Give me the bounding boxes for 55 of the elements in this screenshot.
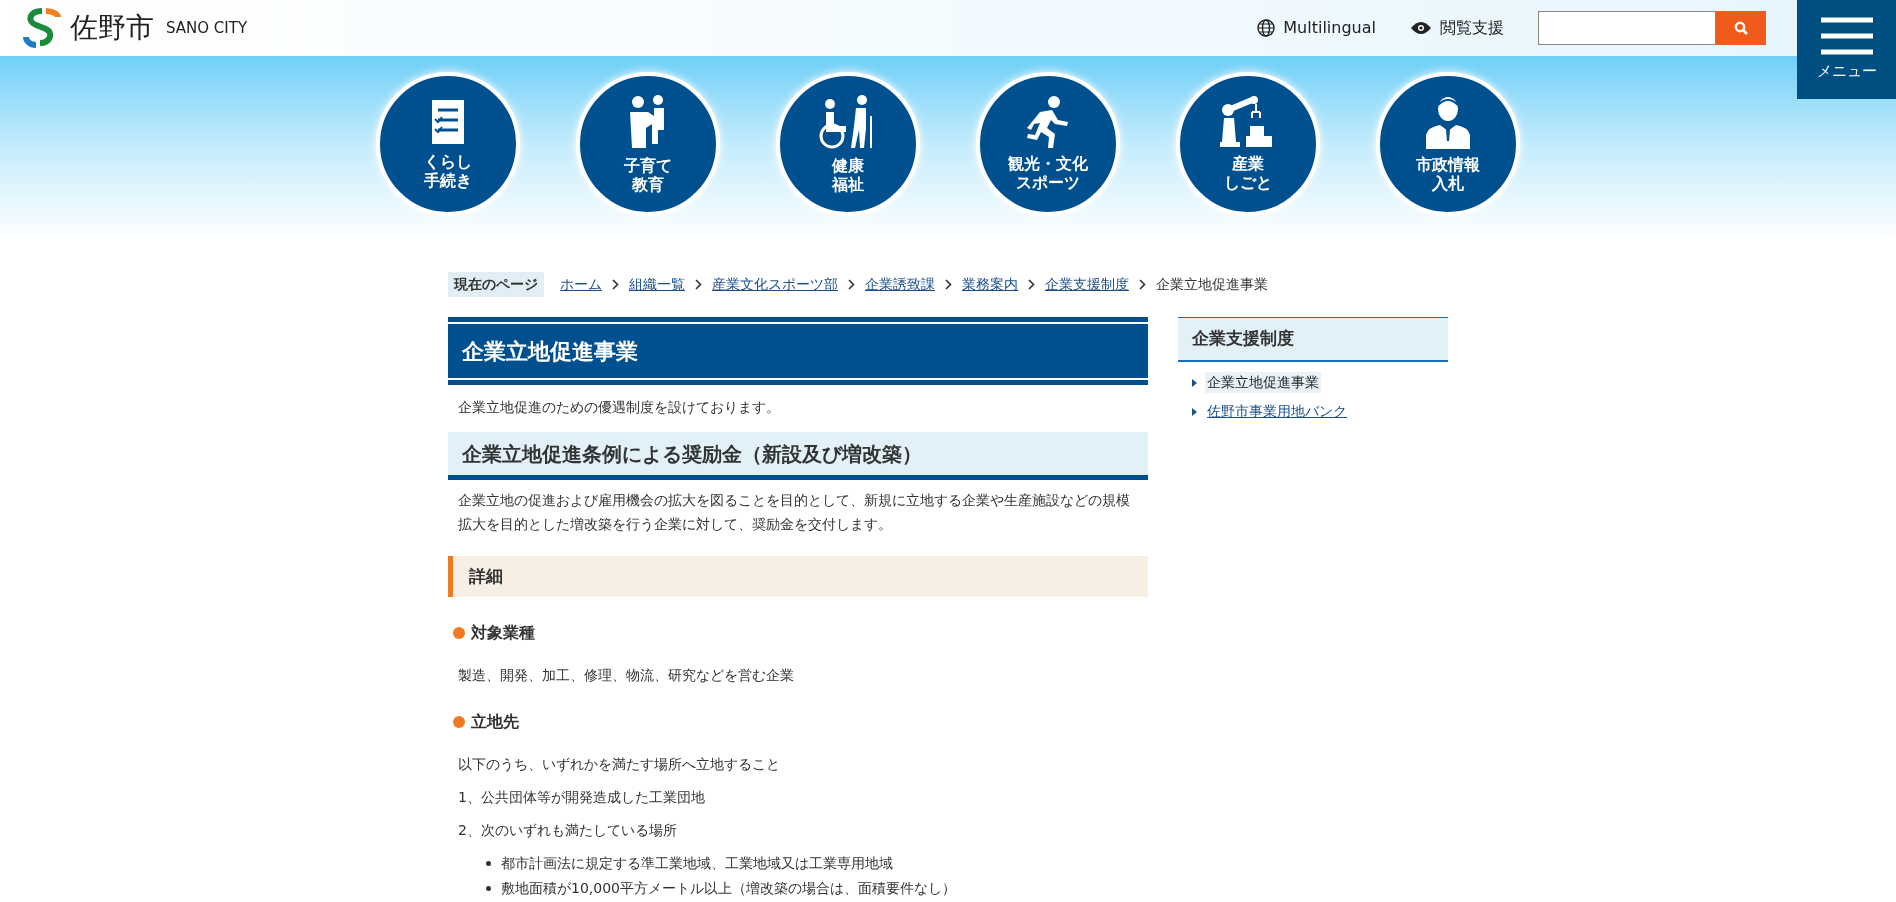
breadcrumb-link[interactable]: 産業文化スポーツ部 bbox=[712, 274, 838, 295]
eye-icon bbox=[1410, 21, 1432, 35]
chevron-icon bbox=[1028, 279, 1035, 290]
search-field[interactable] bbox=[1538, 11, 1716, 45]
chevron-icon bbox=[612, 279, 619, 290]
logo-subtitle: SANO CITY bbox=[166, 17, 248, 39]
item-text: 製造、開発、加工、修理、物流、研究などを営む企業 bbox=[457, 666, 795, 685]
menu-button[interactable]: メニュー bbox=[1797, 0, 1896, 99]
category-button[interactable]: 観光・文化 スポーツ bbox=[976, 72, 1120, 216]
list-bullet-icon bbox=[486, 861, 491, 866]
section-heading: 企業立地促進条例による奨励金（新設及び増改築） bbox=[448, 432, 1148, 480]
intro-text: 企業立地促進のための優遇制度を設けております。 bbox=[457, 398, 781, 417]
sidebar-link[interactable]: 企業立地促進事業 bbox=[1205, 372, 1321, 393]
list-bullet-icon bbox=[486, 886, 491, 891]
breadcrumb-link[interactable]: 企業誘致課 bbox=[865, 274, 935, 295]
businessman-icon bbox=[1424, 95, 1472, 149]
detail-heading: 詳細 bbox=[448, 556, 1148, 597]
triangle-icon bbox=[1192, 378, 1197, 387]
triangle-icon bbox=[1192, 407, 1197, 416]
search-icon bbox=[1734, 21, 1748, 35]
item-text: 以下のうち、いずれかを満たす場所へ立地すること bbox=[457, 755, 781, 774]
chevron-icon bbox=[695, 279, 702, 290]
menu-icon bbox=[1820, 16, 1873, 57]
logo-title[interactable]: 佐野市 bbox=[70, 7, 154, 49]
item-text: 1、公共団体等が開発造成した工業団地 bbox=[457, 788, 706, 807]
chevron-icon bbox=[1139, 279, 1146, 290]
list-item-text: 敷地面積が10,000平方メートル以上（増改築の場合は、面積要件なし） bbox=[501, 879, 956, 898]
breadcrumb-link[interactable]: 組織一覧 bbox=[629, 274, 685, 295]
category-button[interactable]: 健康 福祉 bbox=[776, 72, 920, 216]
item-heading: 対象業種 bbox=[471, 622, 535, 644]
category-button[interactable]: 子育て 教育 bbox=[576, 72, 720, 216]
category-button[interactable]: 市政情報 入札 bbox=[1376, 72, 1520, 216]
city-logo-icon bbox=[20, 7, 64, 49]
sidebar-link[interactable]: 佐野市事業用地バンク bbox=[1205, 401, 1349, 422]
search-button[interactable] bbox=[1716, 11, 1766, 45]
item-heading: 立地先 bbox=[471, 711, 519, 733]
breadcrumb-link[interactable]: 企業支援制度 bbox=[1045, 274, 1129, 295]
item-text: 2、次のいずれも満たしている場所 bbox=[457, 821, 678, 840]
globe-icon bbox=[1257, 19, 1276, 37]
category-button[interactable]: 産業 しごと bbox=[1176, 72, 1320, 216]
accessibility-link[interactable]: 閲覧支援 bbox=[1410, 16, 1504, 40]
breadcrumb-link[interactable]: ホーム bbox=[560, 274, 602, 295]
category-button[interactable]: くらし 手続き bbox=[376, 72, 520, 216]
page-title: 企業立地促進事業 bbox=[448, 324, 1148, 378]
breadcrumb-current: 企業立地促進事業 bbox=[1156, 275, 1268, 294]
sidebar-heading: 企業支援制度 bbox=[1178, 317, 1448, 362]
chevron-icon bbox=[848, 279, 855, 290]
breadcrumb-link[interactable]: 業務案内 bbox=[962, 274, 1018, 295]
bullet-dot-icon bbox=[453, 716, 465, 728]
chevron-icon bbox=[945, 279, 952, 290]
bullet-dot-icon bbox=[453, 627, 465, 639]
section-text: 企業立地の促進および雇用機会の拡大を図ることを目的として、新規に立地する企業や生産施設などの規模拡大を目的とした増改築を行う企業に対して、奨励金を交付します。 bbox=[457, 491, 1131, 534]
current-page-label: 現在のページ bbox=[448, 272, 544, 297]
list-item-text: 都市計画法に規定する準工業地域、工業地域又は工業専用地域 bbox=[501, 854, 893, 873]
multilingual-link[interactable]: Multilingual bbox=[1257, 16, 1376, 40]
